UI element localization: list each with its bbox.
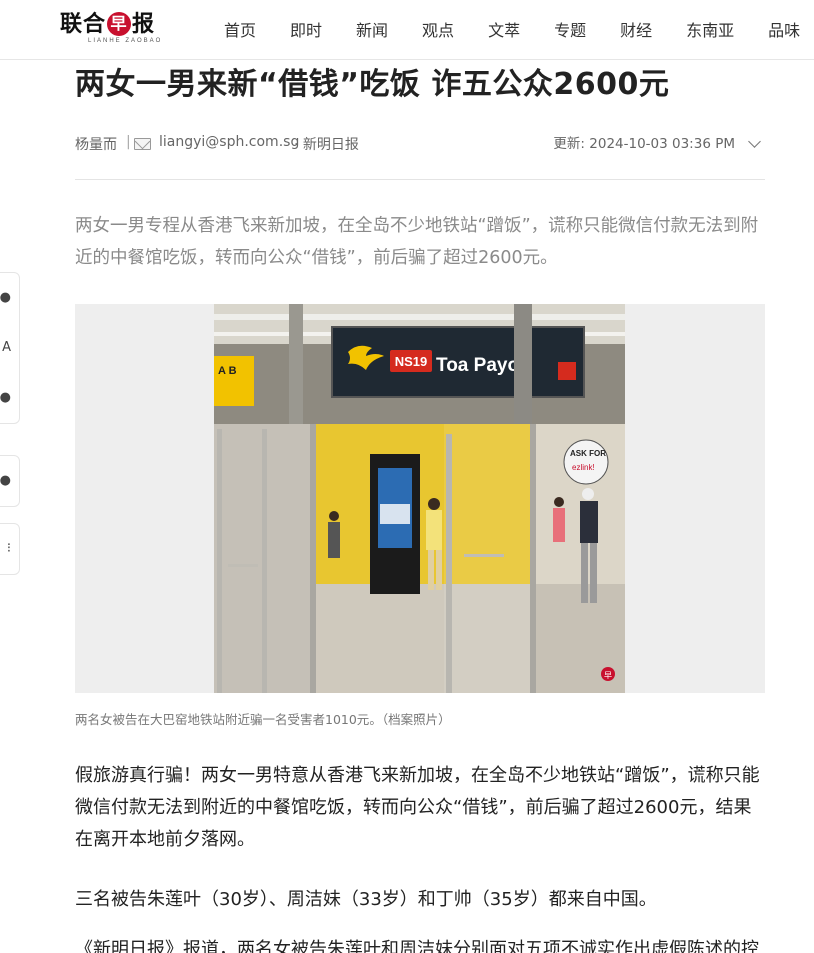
author-email[interactable]: liangyi@sph.com.sg — [159, 134, 299, 150]
share-rail-secondary: ● — [0, 455, 20, 507]
author-name[interactable]: 杨量而 — [75, 134, 117, 154]
mail-icon[interactable] — [134, 138, 151, 150]
logo-text-a: 联合 — [60, 11, 107, 37]
share-rail-tertiary: ⁝ — [0, 523, 20, 575]
logo-text-b: 报 — [132, 11, 156, 37]
nav-item-realtime[interactable]: 即时 — [290, 17, 322, 41]
article-paragraph-3: 《新明日报》报道，两名女被告朱莲叶和周洁妹分别面对五项不诚实作出虚假陈述的控 — [75, 939, 759, 953]
share-icon[interactable]: ● — [0, 291, 11, 305]
logo-wordmark: 联合早报 — [60, 12, 175, 36]
nav-item-opinion[interactable]: 观点 — [422, 17, 454, 41]
logo-zao-mark: 早 — [107, 12, 132, 36]
article-headline: 两女一男来新“借钱”吃饭 诈五公众2600元 — [75, 67, 670, 102]
more-icon[interactable]: ⁝ — [0, 542, 11, 556]
article-paragraph-2: 三名被告朱莲叶（30岁）、周洁妹（33岁）和丁帅（35岁）都来自中国。 — [75, 889, 657, 910]
article-meta: 杨量而 | liangyi@sph.com.sg · 新明日报 更新: 2024… — [75, 134, 765, 154]
font-size-icon[interactable]: A — [0, 341, 11, 355]
comment-icon[interactable]: ● — [0, 474, 11, 488]
mrt-station-illustration: NS19 Toa Payoh A B ASK FOR ezlink! 早 — [214, 304, 625, 693]
nav-item-digest[interactable]: 文萃 — [488, 17, 520, 41]
station-code: NS19 — [395, 354, 428, 369]
nav-item-home[interactable]: 首页 — [224, 17, 256, 41]
nav-item-sea[interactable]: 东南亚 — [686, 17, 734, 41]
nav-item-special[interactable]: 专题 — [554, 17, 586, 41]
meta-separator: | — [126, 134, 131, 150]
article-source: · 新明日报 — [294, 137, 359, 153]
photo-caption: 两名女被告在大巴窑地铁站附近骗一名受害者1010元。（档案照片） — [75, 712, 451, 727]
logo-subtitle: LIANHE ZAOBAO — [88, 38, 163, 44]
nav-item-lifestyle[interactable]: 品味 — [768, 17, 800, 41]
bookmark-icon[interactable]: ● — [0, 391, 11, 405]
ask-for-sign: ASK FOR — [570, 449, 606, 458]
exit-sign: A B — [218, 365, 237, 377]
nav-item-news[interactable]: 新闻 — [356, 17, 388, 41]
updated-timestamp: 更新: 2024-10-03 03:36 PM — [553, 136, 735, 152]
meta-divider — [75, 179, 765, 180]
main-nav: 首页 即时 新闻 观点 文萃 专题 财经 东南亚 品味 — [224, 0, 814, 58]
share-rail: ● A ● — [0, 272, 20, 424]
top-navigation-bar: 联合早报 LIANHE ZAOBAO 首页 即时 新闻 观点 文萃 专题 财经 … — [0, 0, 814, 60]
article-photo-frame: NS19 Toa Payoh A B ASK FOR ezlink! 早 — [75, 304, 765, 693]
nav-item-finance[interactable]: 财经 — [620, 17, 652, 41]
chevron-down-icon[interactable] — [748, 135, 761, 148]
zaobao-logo[interactable]: 联合早报 LIANHE ZAOBAO — [60, 12, 175, 48]
article-paragraph-1: 假旅游真行骗！两女一男特意从香港飞来新加坡，在全岛不少地铁站“蹭饭”，谎称只能微… — [75, 765, 760, 850]
article-summary: 两女一男专程从香港飞来新加坡，在全岛不少地铁站“蹭饭”，谎称只能微信付款无法到附… — [75, 216, 759, 268]
photo-watermark: 早 — [604, 671, 612, 680]
ask-for-sub: ezlink! — [572, 463, 595, 472]
article-photo[interactable]: NS19 Toa Payoh A B ASK FOR ezlink! 早 — [214, 304, 625, 693]
